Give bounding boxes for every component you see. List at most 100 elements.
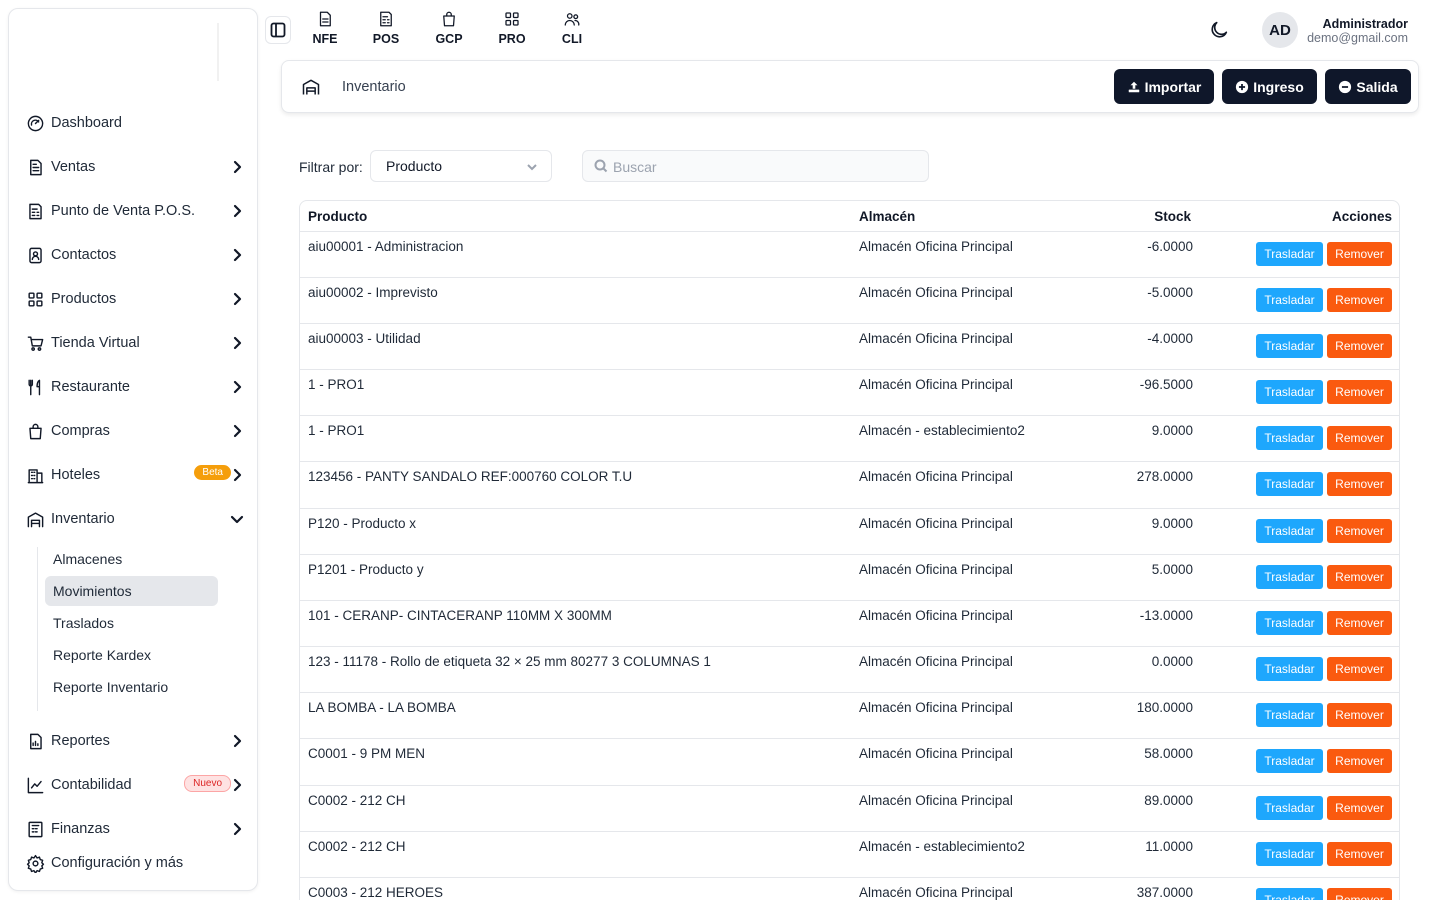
table-row: aiu00001 - Administracion Almacén Oficina… [300,231,1399,278]
remover-button[interactable]: Remover [1327,703,1392,727]
sidebar-item-inventario[interactable]: Inventario [25,505,249,533]
table-row: C0003 - 212 HEROES Almacén Oficina Princi… [300,877,1399,900]
avatar[interactable]: AD [1262,12,1298,48]
trasladar-button[interactable]: Trasladar [1256,288,1323,312]
sidebar-item-contabilidad[interactable]: Contabilidad Nuevo [25,771,249,799]
remover-button[interactable]: Remover [1327,611,1392,635]
trasladar-button[interactable]: Trasladar [1256,657,1323,681]
cell-producto: C0002 - 212 CH [308,793,406,808]
cell-stock: 11.0000 [1145,839,1193,854]
cell-producto: 1 - PRO1 [308,377,365,392]
sidebar-item-tienda-virtual[interactable]: Tienda Virtual [25,329,249,357]
sidebar-item-reportes[interactable]: Reportes [25,727,249,755]
logo[interactable] [9,9,257,89]
search-field[interactable] [582,150,929,182]
cell-stock: 5.0000 [1151,562,1193,577]
warehouse-icon [25,509,45,529]
quick-gcp[interactable]: GCP [429,10,469,50]
nuevo-badge: Nuevo [184,775,231,792]
quick-cli[interactable]: CLI [552,10,592,50]
filter-select[interactable]: Producto [370,150,552,182]
remover-button[interactable]: Remover [1327,472,1392,496]
trasladar-button[interactable]: Trasladar [1256,426,1323,450]
table-row: 123456 - PANTY SANDALO REF:000760 COLOR … [300,461,1399,508]
header-producto[interactable]: Producto [308,209,367,224]
remover-button[interactable]: Remover [1327,842,1392,866]
sidebar-item-label: Tienda Virtual [51,335,140,351]
warehouse-icon [301,77,321,97]
sidebar-item-productos[interactable]: Productos [25,285,249,313]
quick-pro[interactable]: PRO [492,10,532,50]
sidebar-toggle-button[interactable] [265,16,291,44]
remover-button[interactable]: Remover [1327,426,1392,450]
products-icon [505,12,519,26]
user-email: demo@gmail.com [1307,31,1408,45]
cell-almacen: Almacén Oficina Principal [859,700,1013,715]
sidebar-item-dashboard[interactable]: Dashboard [25,109,249,137]
quick-pos[interactable]: POS [366,10,406,50]
import-button[interactable]: Importar [1114,69,1214,104]
sidebar-subitem-reporte-inventario[interactable]: Reporte Inventario [45,672,218,702]
remover-button[interactable]: Remover [1327,288,1392,312]
trasladar-button[interactable]: Trasladar [1256,242,1323,266]
remover-button[interactable]: Remover [1327,380,1392,404]
trasladar-button[interactable]: Trasladar [1256,334,1323,358]
remover-button[interactable]: Remover [1327,796,1392,820]
sidebar-item-label: Compras [51,423,110,439]
table-row: C0002 - 212 CH Almacén Oficina Principal 8… [300,785,1399,832]
sidebar-item-label: Productos [51,291,117,307]
remover-button[interactable]: Remover [1327,334,1392,358]
trasladar-button[interactable]: Trasladar [1256,472,1323,496]
trasladar-button[interactable]: Trasladar [1256,611,1323,635]
trasladar-button[interactable]: Trasladar [1256,380,1323,404]
cell-stock: 9.0000 [1151,516,1193,531]
remover-button[interactable]: Remover [1327,749,1392,773]
sidebar-item-pos[interactable]: Punto de Venta P.O.S. [25,197,249,225]
quick-nfe[interactable]: NFE [305,10,345,50]
sidebar-item-finanzas[interactable]: Finanzas [25,815,249,843]
sidebar-item-label: Inventario [51,511,115,527]
cell-stock: -96.5000 [1139,377,1193,392]
trasladar-button[interactable]: Trasladar [1256,749,1323,773]
sidebar-item-configuracion[interactable]: Configuración y más [25,849,249,877]
trasladar-button[interactable]: Trasladar [1256,519,1323,543]
cell-almacen: Almacén Oficina Principal [859,746,1013,761]
sidebar-subitem-almacenes[interactable]: Almacenes [45,544,218,574]
trasladar-button[interactable]: Trasladar [1256,888,1323,900]
search-input[interactable] [613,157,913,177]
cell-almacen: Almacén Oficina Principal [859,377,1013,392]
sidebar-item-restaurante[interactable]: Restaurante [25,373,249,401]
remover-button[interactable]: Remover [1327,657,1392,681]
inventory-table: Producto Almacén Stock Acciones aiu00001… [299,200,1400,900]
chart-icon [25,775,45,795]
trasladar-button[interactable]: Trasladar [1256,703,1323,727]
ingreso-button[interactable]: Ingreso [1222,69,1317,104]
sidebar-item-hoteles[interactable]: Hoteles Beta [25,461,249,489]
header-stock[interactable]: Stock [1154,209,1191,224]
remover-button[interactable]: Remover [1327,242,1392,266]
sidebar-item-ventas[interactable]: Ventas [25,153,249,181]
sidebar-subitem-traslados[interactable]: Traslados [45,608,218,638]
dark-mode-toggle[interactable] [1208,19,1230,41]
trasladar-button[interactable]: Trasladar [1256,565,1323,589]
remover-button[interactable]: Remover [1327,565,1392,589]
header-almacen[interactable]: Almacén [859,209,915,224]
trasladar-button[interactable]: Trasladar [1256,796,1323,820]
cell-stock: -4.0000 [1147,331,1193,346]
user-name[interactable]: Administrador [1323,17,1408,31]
cell-producto: aiu00003 - Utilidad [308,331,421,346]
salida-button[interactable]: Salida [1325,69,1411,104]
page-title: Inventario [342,79,406,95]
cell-stock: 89.0000 [1144,793,1193,808]
sidebar-subitem-movimientos[interactable]: Movimientos [45,576,218,606]
sidebar-subitem-reporte-kardex[interactable]: Reporte Kardex [45,640,218,670]
import-button-label: Importar [1144,78,1202,95]
sidebar-item-compras[interactable]: Compras [25,417,249,445]
remover-button[interactable]: Remover [1327,519,1392,543]
ingreso-button-label: Ingreso [1253,78,1304,95]
trasladar-button[interactable]: Trasladar [1256,842,1323,866]
cell-almacen: Almacén Oficina Principal [859,885,1013,900]
remover-button[interactable]: Remover [1327,888,1392,900]
table-row: C0002 - 212 CH Almacén - establecimiento2… [300,831,1399,878]
sidebar-item-contactos[interactable]: Contactos [25,241,249,269]
